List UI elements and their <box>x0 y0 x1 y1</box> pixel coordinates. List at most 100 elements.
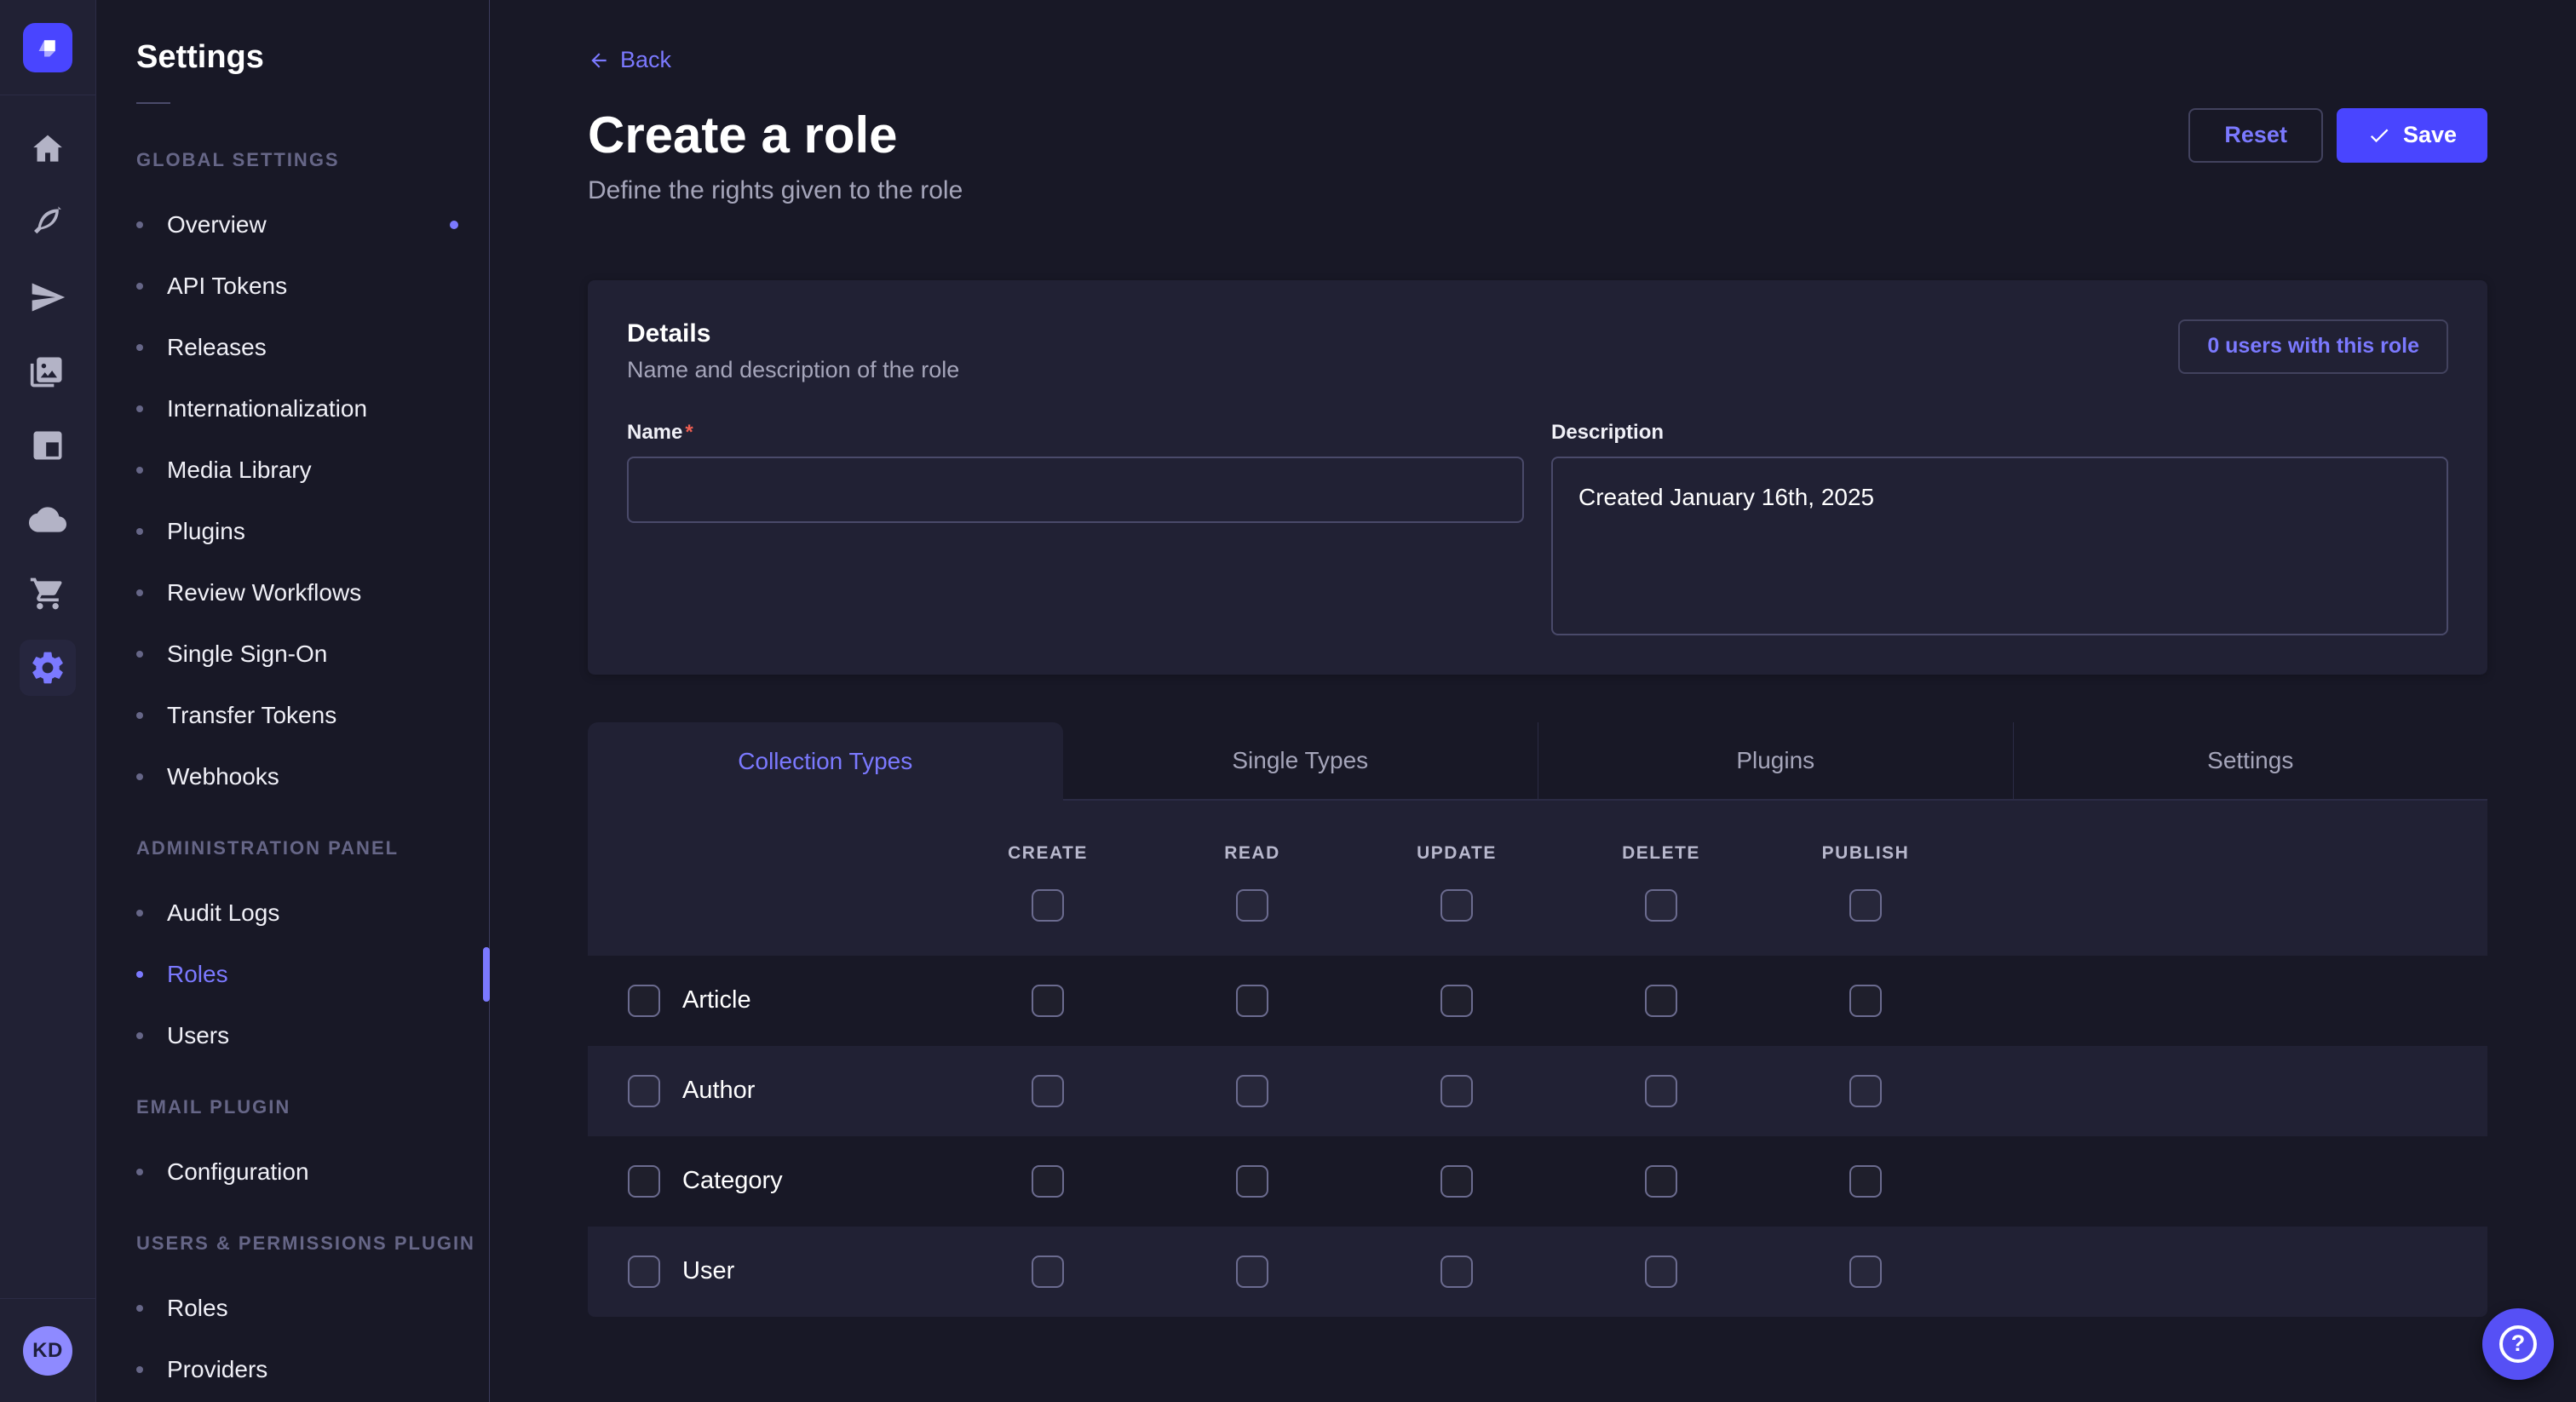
article-select-row-checkbox[interactable] <box>628 985 660 1017</box>
subnav-item-transfer-tokens[interactable]: Transfer Tokens <box>96 685 489 746</box>
users-with-role-button[interactable]: 0 users with this role <box>2178 319 2448 374</box>
back-link[interactable]: Back <box>588 47 671 73</box>
user-publish-checkbox[interactable] <box>1849 1255 1882 1288</box>
select-all-update-checkbox[interactable] <box>1440 889 1473 922</box>
rail-item-marketplace[interactable] <box>20 566 76 622</box>
subnav-item-media-library[interactable]: Media Library <box>96 440 489 501</box>
rail-item-media-library[interactable] <box>20 343 76 399</box>
permission-cell <box>1763 985 1968 1017</box>
category-select-row-checkbox[interactable] <box>628 1165 660 1198</box>
column-label: CREATE <box>1008 843 1088 864</box>
permission-cell <box>946 1255 1150 1288</box>
column-label: DELETE <box>1622 843 1700 864</box>
rail-item-content-manager[interactable] <box>20 417 76 474</box>
column-label: PUBLISH <box>1822 843 1910 864</box>
user-update-checkbox[interactable] <box>1440 1255 1473 1288</box>
settings-subnav: Settings GLOBAL SETTINGSOverviewAPI Toke… <box>96 0 490 1402</box>
paper-plane-icon <box>29 279 66 316</box>
author-select-row-checkbox[interactable] <box>628 1075 660 1107</box>
cart-icon <box>29 575 66 612</box>
subnav-item-roles[interactable]: Roles <box>96 944 489 1005</box>
article-publish-checkbox[interactable] <box>1849 985 1882 1017</box>
reset-button[interactable]: Reset <box>2188 108 2323 163</box>
header-actions: Reset Save <box>2188 108 2487 163</box>
permission-cell <box>1559 985 1763 1017</box>
tab-settings[interactable]: Settings <box>2013 722 2488 801</box>
subnav-item-releases[interactable]: Releases <box>96 317 489 378</box>
bullet-icon <box>136 712 143 719</box>
workspace-logo-button[interactable] <box>0 0 95 95</box>
subnav-item-label: Providers <box>167 1356 267 1383</box>
main-content: Back Create a role Reset Save Define the… <box>490 0 2576 1402</box>
category-update-checkbox[interactable] <box>1440 1165 1473 1198</box>
details-fields: Name* Description Created January 16th, … <box>627 421 2448 635</box>
subnav-item-label: Webhooks <box>167 763 279 790</box>
subnav-item-label: Review Workflows <box>167 579 361 606</box>
details-card-titles: Details Name and description of the role <box>627 319 959 383</box>
tab-collection-types[interactable]: Collection Types <box>588 722 1063 801</box>
category-delete-checkbox[interactable] <box>1645 1165 1677 1198</box>
subnav-item-label: Roles <box>167 1295 228 1322</box>
help-button[interactable]: ? <box>2482 1308 2554 1380</box>
category-create-checkbox[interactable] <box>1032 1165 1064 1198</box>
description-textarea[interactable]: Created January 16th, 2025 <box>1551 457 2448 635</box>
details-subtitle: Name and description of the role <box>627 357 959 383</box>
tab-single-types[interactable]: Single Types <box>1063 722 1538 801</box>
user-read-checkbox[interactable] <box>1236 1255 1268 1288</box>
rail-item-cloud[interactable] <box>20 491 76 548</box>
author-create-checkbox[interactable] <box>1032 1075 1064 1107</box>
subnav-item-plugins[interactable]: Plugins <box>96 501 489 562</box>
user-avatar[interactable]: KD <box>23 1326 72 1376</box>
rail-item-settings[interactable] <box>20 640 76 696</box>
category-publish-checkbox[interactable] <box>1849 1165 1882 1198</box>
save-button[interactable]: Save <box>2337 108 2487 163</box>
author-update-checkbox[interactable] <box>1440 1075 1473 1107</box>
permission-cell <box>1559 1165 1763 1198</box>
permissions-section: Collection TypesSingle TypesPluginsSetti… <box>588 722 2487 1317</box>
permission-cell <box>1763 1165 1968 1198</box>
author-delete-checkbox[interactable] <box>1645 1075 1677 1107</box>
subnav-item-review-workflows[interactable]: Review Workflows <box>96 562 489 623</box>
subnav-item-label: Internationalization <box>167 395 367 422</box>
rail-item-content-type-builder[interactable] <box>20 195 76 251</box>
select-all-read-checkbox[interactable] <box>1236 889 1268 922</box>
page-subtitle: Define the rights given to the role <box>588 176 2487 205</box>
article-delete-checkbox[interactable] <box>1645 985 1677 1017</box>
subnav-item-single-sign-on[interactable]: Single Sign-On <box>96 623 489 685</box>
user-select-row-checkbox[interactable] <box>628 1255 660 1288</box>
permission-row-author: Author <box>588 1046 2487 1136</box>
subnav-item-label: Configuration <box>167 1158 309 1186</box>
row-label: Author <box>682 1077 755 1105</box>
tab-plugins[interactable]: Plugins <box>1538 722 2013 801</box>
subnav-item-users[interactable]: Users <box>96 1005 489 1066</box>
feather-icon <box>29 204 66 242</box>
select-all-delete-checkbox[interactable] <box>1645 889 1677 922</box>
subnav-item-label: Audit Logs <box>167 899 279 927</box>
permission-cell <box>1354 1165 1559 1198</box>
rail-item-home[interactable] <box>20 121 76 177</box>
author-publish-checkbox[interactable] <box>1849 1075 1882 1107</box>
user-create-checkbox[interactable] <box>1032 1255 1064 1288</box>
subnav-item-internationalization[interactable]: Internationalization <box>96 378 489 440</box>
rail-item-deploy[interactable] <box>20 269 76 325</box>
subnav-item-api-tokens[interactable]: API Tokens <box>96 256 489 317</box>
subnav-item-configuration[interactable]: Configuration <box>96 1141 489 1203</box>
select-all-create-checkbox[interactable] <box>1032 889 1064 922</box>
subnav-item-label: Media Library <box>167 457 312 484</box>
article-create-checkbox[interactable] <box>1032 985 1064 1017</box>
category-read-checkbox[interactable] <box>1236 1165 1268 1198</box>
author-read-checkbox[interactable] <box>1236 1075 1268 1107</box>
name-input[interactable] <box>627 457 1524 523</box>
subnav-section-administration-panel: ADMINISTRATION PANELAudit LogsRolesUsers <box>96 831 489 1066</box>
subnav-item-webhooks[interactable]: Webhooks <box>96 746 489 807</box>
subnav-section-users-permissions-plugin: USERS & PERMISSIONS PLUGINRolesProviders <box>96 1227 489 1400</box>
subnav-item-overview[interactable]: Overview <box>96 194 489 256</box>
subnav-item-audit-logs[interactable]: Audit Logs <box>96 882 489 944</box>
user-delete-checkbox[interactable] <box>1645 1255 1677 1288</box>
gear-icon <box>29 649 66 687</box>
article-read-checkbox[interactable] <box>1236 985 1268 1017</box>
subnav-item-roles-plugin[interactable]: Roles <box>96 1278 489 1339</box>
subnav-item-providers-plugin[interactable]: Providers <box>96 1339 489 1400</box>
article-update-checkbox[interactable] <box>1440 985 1473 1017</box>
select-all-publish-checkbox[interactable] <box>1849 889 1882 922</box>
